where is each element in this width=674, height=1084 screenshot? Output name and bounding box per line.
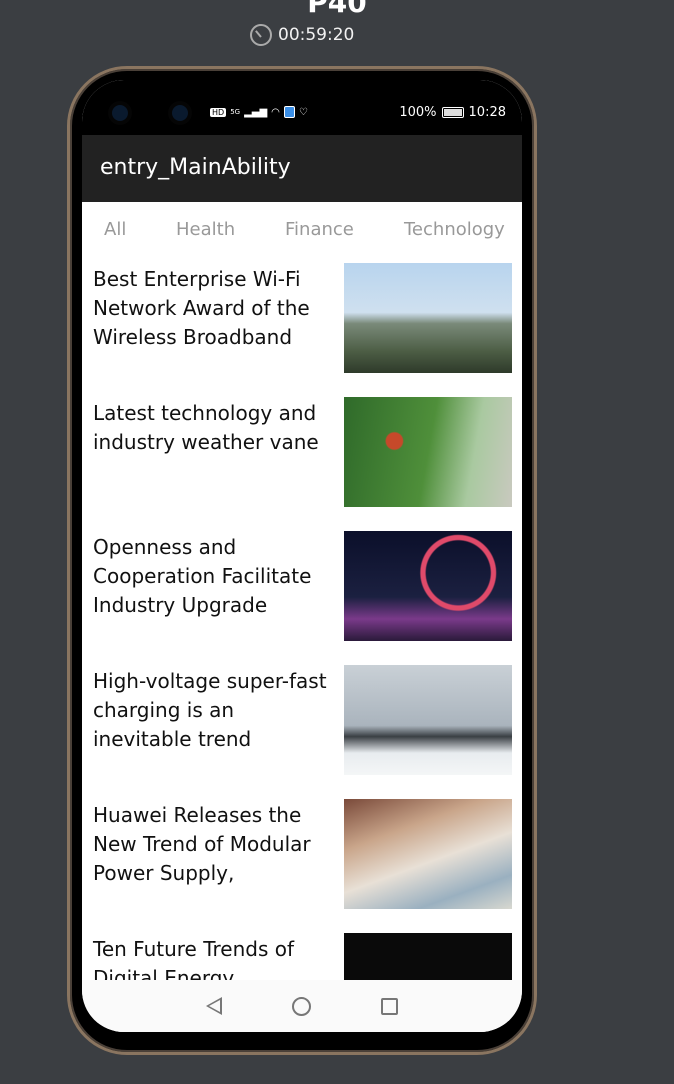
news-title: Best Enterprise Wi-Fi Network Award of t… <box>93 267 310 349</box>
status-icons: HD 5G ▂▄▆ ◠ ♡ <box>210 106 308 118</box>
tab-all[interactable]: All <box>104 219 126 240</box>
clock: 10:28 <box>468 105 506 120</box>
app-title-bar: entry_MainAbility <box>82 135 522 202</box>
heart-icon: ♡ <box>298 106 308 118</box>
news-item[interactable]: Ten Future Trends of Digital Energy <box>82 933 522 981</box>
news-thumbnail <box>344 397 512 507</box>
tab-finance[interactable]: Finance <box>285 219 354 240</box>
status-bar: HD 5G ▂▄▆ ◠ ♡ 100% 10:28 <box>82 80 522 135</box>
battery-icon <box>441 107 464 118</box>
news-thumbnail <box>344 531 512 641</box>
news-thumbnail <box>344 665 512 775</box>
news-item[interactable]: Latest technology and industry weather v… <box>82 397 522 531</box>
device-name: P40 <box>307 0 367 19</box>
news-list[interactable]: Best Enterprise Wi-Fi Network Award of t… <box>82 263 522 981</box>
news-thumbnail <box>344 799 512 909</box>
timer-value: 00:59:20 <box>278 25 355 45</box>
signal-icon: ▂▄▆ <box>244 106 268 118</box>
news-title: High-voltage super-fast charging is an i… <box>93 669 327 751</box>
news-thumbnail <box>344 933 512 981</box>
news-item[interactable]: High-voltage super-fast charging is an i… <box>82 665 522 799</box>
session-timer: 00:59:20 <box>250 24 354 46</box>
news-title: Openness and Cooperation Facilitate Indu… <box>93 535 312 617</box>
tab-technology[interactable]: Technology <box>404 219 505 240</box>
tab-health[interactable]: Health <box>176 219 235 240</box>
camera-icon <box>172 105 188 121</box>
status-right: 100% 10:28 <box>399 105 506 120</box>
recent-apps-icon[interactable] <box>381 997 398 1015</box>
back-icon[interactable] <box>206 997 222 1015</box>
category-tabs: All Health Finance Technology <box>82 202 522 257</box>
news-title: Huawei Releases the New Trend of Modular… <box>93 803 311 885</box>
network-icon: 5G <box>230 108 241 116</box>
news-item[interactable]: Openness and Cooperation Facilitate Indu… <box>82 531 522 665</box>
news-title: Ten Future Trends of Digital Energy <box>93 937 294 981</box>
shield-icon <box>283 106 295 118</box>
system-nav-bar <box>82 980 522 1032</box>
news-title: Latest technology and industry weather v… <box>93 401 319 454</box>
news-thumbnail <box>344 263 512 373</box>
battery-percent: 100% <box>399 105 437 120</box>
wifi-icon: ◠ <box>271 106 280 118</box>
news-item[interactable]: Huawei Releases the New Trend of Modular… <box>82 799 522 933</box>
timer-icon <box>250 24 272 46</box>
news-item[interactable]: Best Enterprise Wi-Fi Network Award of t… <box>82 263 522 397</box>
home-icon[interactable] <box>292 996 311 1016</box>
hd-icon: HD <box>210 107 227 117</box>
phone-screen: HD 5G ▂▄▆ ◠ ♡ 100% 10:28 entry_MainAbili… <box>82 80 522 1032</box>
app-title: entry_MainAbility <box>100 155 291 180</box>
camera-icon <box>112 105 128 121</box>
